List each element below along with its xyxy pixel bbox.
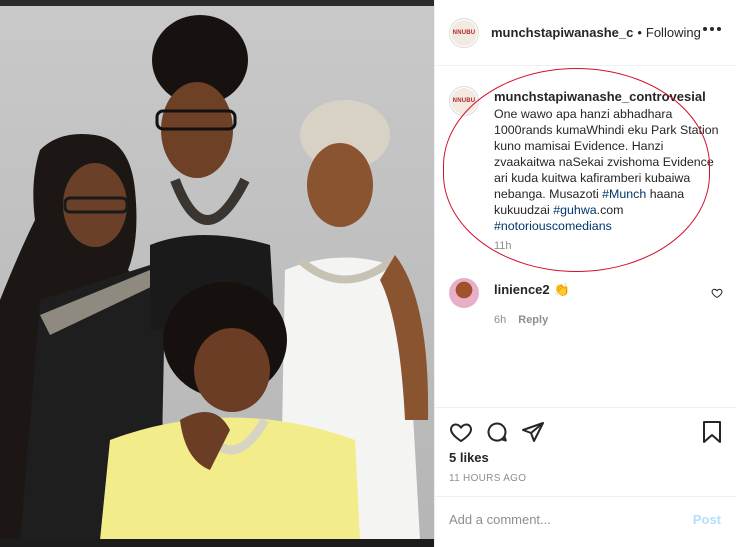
avatar-logo-text: NNUBU xyxy=(452,98,476,104)
post-time-ago[interactable]: 11 HOURS AGO xyxy=(449,473,526,484)
comment-bubble-icon[interactable] xyxy=(485,420,509,449)
likes-count[interactable]: 5 likes xyxy=(449,450,489,465)
more-dot xyxy=(703,27,707,31)
caption-username[interactable]: munchstapiwanashe_controvesial xyxy=(494,89,724,104)
hashtag-guhwa[interactable]: #guhwa xyxy=(553,203,596,217)
commenter-username[interactable]: linience2 xyxy=(494,282,550,297)
more-dot xyxy=(717,27,721,31)
comment-timestamp[interactable]: 6h xyxy=(494,314,506,326)
author-username[interactable]: munchstapiwanashe_c xyxy=(491,25,633,40)
post-comment-button[interactable]: Post xyxy=(693,512,721,527)
caption-body: munchstapiwanashe_controvesial One wawo … xyxy=(494,89,724,252)
caption-author-avatar[interactable]: NNUBU xyxy=(449,86,479,116)
more-horizontal-icon[interactable] xyxy=(703,27,721,31)
clapping-emoji: 👏 xyxy=(553,282,570,297)
caption-text-part3: .com xyxy=(596,203,624,217)
reply-button[interactable]: Reply xyxy=(518,314,548,326)
caption-timestamp[interactable]: 11h xyxy=(494,240,724,252)
add-comment-bar: Post xyxy=(435,496,736,541)
comment-meta: 6h Reply xyxy=(494,314,694,326)
photo-bottom-strip xyxy=(0,539,434,547)
more-dot xyxy=(710,27,714,31)
avatar-logo-text: NNUBU xyxy=(452,29,476,36)
post-header: NNUBU munchstapiwanashe_c • Following xyxy=(435,0,736,66)
hashtag-munch[interactable]: #Munch xyxy=(602,187,646,201)
comment-input[interactable] xyxy=(449,511,679,527)
header-separator: • xyxy=(637,25,642,40)
comment-like-heart-icon[interactable] xyxy=(711,286,723,304)
action-bar xyxy=(435,407,736,455)
comment-body: linience2 👏 6h Reply xyxy=(494,281,694,326)
paper-plane-icon[interactable] xyxy=(521,420,545,449)
group-photo-illustration xyxy=(0,15,429,540)
hashtag-notoriouscomedians[interactable]: #notoriouscomedians xyxy=(494,219,612,233)
heart-icon[interactable] xyxy=(449,420,473,449)
avatar-logo-ring: NNUBU xyxy=(451,19,477,46)
author-avatar[interactable]: NNUBU xyxy=(449,17,479,48)
commenter-avatar[interactable] xyxy=(449,278,479,308)
caption-text: One wawo apa hanzi abhadhara 1000rands k… xyxy=(494,106,724,234)
post-photo[interactable] xyxy=(0,0,434,547)
avatar-logo-ring: NNUBU xyxy=(451,88,477,114)
bookmark-icon[interactable] xyxy=(701,420,723,449)
following-button[interactable]: Following xyxy=(646,25,701,40)
post-side-panel: NNUBU munchstapiwanashe_c • Following NN… xyxy=(434,0,736,547)
